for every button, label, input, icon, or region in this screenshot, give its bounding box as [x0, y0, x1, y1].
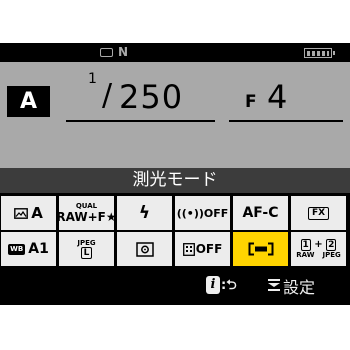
- menu-title: 測光モード: [0, 168, 350, 193]
- image-area-icon: FX: [307, 206, 330, 220]
- raw-label: RAW: [296, 251, 315, 259]
- card-slot-item[interactable]: 1 + 2 RAW JPEG: [291, 232, 346, 266]
- picture-control-item[interactable]: A: [1, 196, 56, 230]
- image-quality-item[interactable]: QUAL RAW+F★: [56, 196, 117, 230]
- center-weighted-metering-icon: [248, 242, 273, 256]
- slot2-icon: 2: [326, 239, 337, 251]
- image-area-item[interactable]: FX: [291, 196, 346, 230]
- jpeg-size-item[interactable]: JPEG L: [59, 232, 114, 266]
- jpeg-label: JPEG: [77, 239, 96, 247]
- shutter-numerator: 1: [88, 71, 97, 87]
- menu-icon: [268, 279, 280, 291]
- status-bar: N: [0, 43, 350, 62]
- wb-icon: WB: [8, 243, 26, 255]
- af-mode-value: AF-C: [242, 205, 279, 221]
- shutter-slash: /: [102, 78, 113, 113]
- slot1-icon: 1: [300, 239, 311, 251]
- mode-indicator: N: [118, 45, 129, 59]
- slot-jpeg-label: JPEG: [322, 251, 341, 259]
- flash-mode-item[interactable]: ϟ: [117, 196, 172, 230]
- picture-control-icon: [14, 207, 29, 219]
- i-button-icon[interactable]: i: [206, 276, 220, 294]
- return-hint: :⮌: [221, 278, 237, 293]
- quality-label: QUAL: [75, 202, 98, 210]
- slot-plus: +: [314, 239, 323, 250]
- hint-bar: i :⮌ 設定: [0, 267, 350, 305]
- memory-card-icon: [100, 48, 113, 57]
- exposure-panel: A 1 / 250 F 4: [0, 62, 350, 168]
- white-balance-item[interactable]: WB A1: [1, 232, 56, 266]
- image-size-icon: L: [80, 247, 93, 259]
- aperture-value: 4: [267, 78, 288, 116]
- camera-screen: N A 1 / 250 F 4 測光モード A QUAL RAW+F★ ϟ ((…: [0, 43, 350, 305]
- flash-icon: ϟ: [138, 203, 151, 223]
- noise-reduction-item[interactable]: OFF: [175, 232, 230, 266]
- metering-matrix-item[interactable]: [117, 232, 172, 266]
- nr-value: OFF: [195, 242, 223, 256]
- settings-hint: 設定: [283, 278, 316, 297]
- picture-control-value: A: [31, 204, 43, 222]
- wireless-icon: ((•))OFF: [176, 206, 229, 220]
- shutter-denominator: 250: [119, 78, 184, 116]
- noise-reduction-icon: [182, 242, 195, 256]
- aperture-prefix: F: [245, 92, 257, 112]
- af-mode-item[interactable]: AF-C: [233, 196, 288, 230]
- i-menu-grid: A QUAL RAW+F★ ϟ ((•))OFF AF-C FX WB A1 J…: [0, 196, 350, 267]
- battery-icon: [304, 48, 335, 58]
- wireless-item[interactable]: ((•))OFF: [175, 196, 230, 230]
- shutter-speed[interactable]: 1 / 250: [66, 71, 215, 122]
- wb-value: A1: [28, 241, 49, 257]
- metering-mode-item[interactable]: [233, 232, 288, 266]
- aperture[interactable]: F 4: [229, 78, 343, 122]
- quality-value: RAW+F★: [56, 210, 117, 224]
- exposure-mode-badge: A: [7, 86, 50, 117]
- matrix-metering-icon: [135, 241, 154, 257]
